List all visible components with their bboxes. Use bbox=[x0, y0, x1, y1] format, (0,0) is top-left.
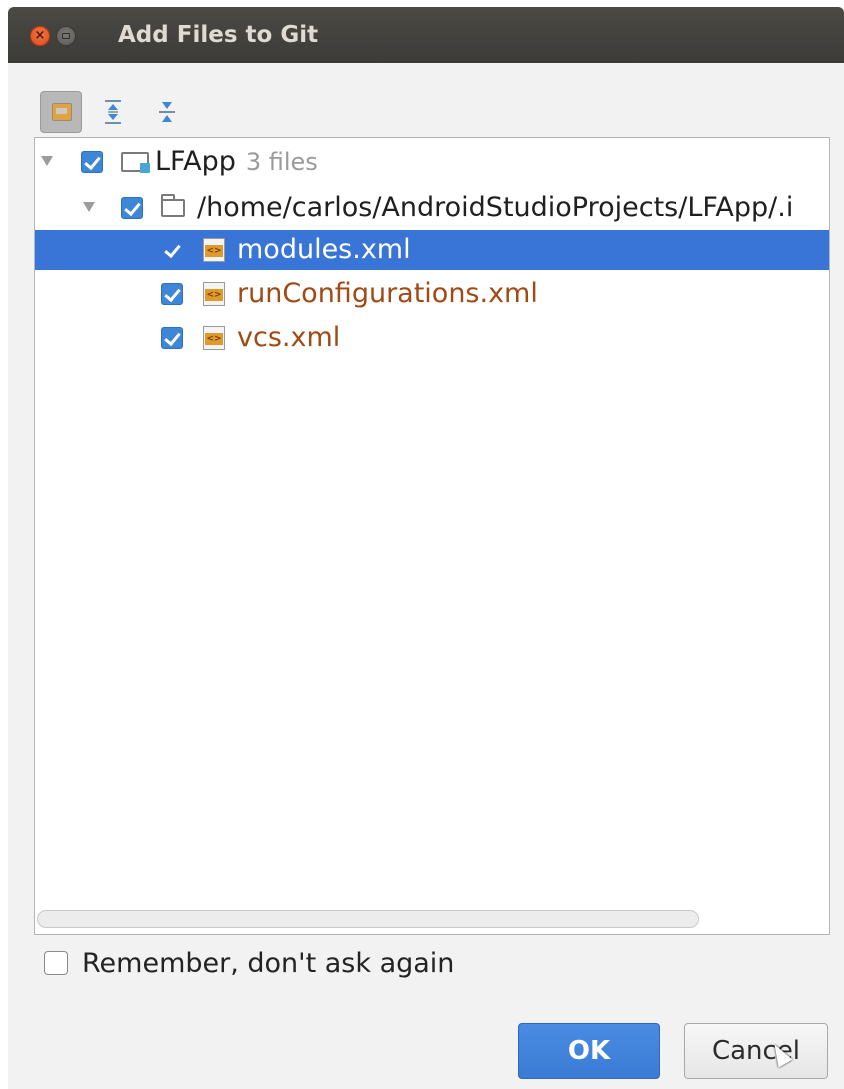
tree-row-folder[interactable]: /home/carlos/AndroidStudioProjects/LFApp… bbox=[35, 188, 829, 228]
maximize-icon bbox=[62, 33, 70, 39]
chevron-down-icon[interactable] bbox=[41, 156, 53, 166]
folder-label: /home/carlos/AndroidStudioProjects/LFApp… bbox=[197, 192, 794, 223]
tree-row-root[interactable]: LFApp 3 files bbox=[35, 142, 829, 182]
group-by-directory-button[interactable] bbox=[40, 91, 82, 133]
tree-row-file[interactable]: runConfigurations.xml bbox=[35, 274, 829, 314]
file-label: vcs.xml bbox=[237, 322, 341, 353]
xml-file-icon bbox=[203, 238, 225, 262]
tree-row-file[interactable]: modules.xml bbox=[35, 230, 829, 270]
folder-checkbox[interactable] bbox=[121, 197, 143, 219]
file-label: modules.xml bbox=[237, 234, 411, 265]
root-file-count: 3 files bbox=[245, 148, 318, 176]
horizontal-scrollbar[interactable] bbox=[37, 910, 699, 928]
dialog-title: Add Files to Git bbox=[118, 22, 319, 48]
xml-file-icon bbox=[203, 326, 225, 350]
xml-file-icon bbox=[203, 282, 225, 306]
collapse-all-button[interactable] bbox=[146, 91, 188, 133]
ok-button[interactable]: OK bbox=[518, 1023, 660, 1079]
group-by-directory-icon bbox=[52, 103, 72, 121]
chevron-down-icon[interactable] bbox=[83, 202, 95, 212]
tree-row-file[interactable]: vcs.xml bbox=[35, 318, 829, 358]
collapse-all-icon bbox=[159, 102, 175, 122]
remember-label: Remember, don't ask again bbox=[82, 948, 455, 979]
file-checkbox[interactable] bbox=[161, 239, 183, 261]
title-bar[interactable]: × Add Files to Git bbox=[8, 7, 844, 63]
folder-icon bbox=[161, 194, 185, 217]
add-files-dialog: × Add Files to Git LFApp 3 files /home/c… bbox=[8, 7, 844, 1089]
maximize-window-button[interactable] bbox=[56, 26, 76, 46]
root-checkbox[interactable] bbox=[81, 151, 103, 173]
file-tree[interactable]: LFApp 3 files /home/carlos/AndroidStudioP… bbox=[34, 137, 830, 935]
close-icon: × bbox=[34, 28, 46, 43]
file-checkbox[interactable] bbox=[161, 283, 183, 305]
module-icon bbox=[121, 152, 150, 173]
remember-checkbox[interactable] bbox=[44, 951, 68, 975]
expand-all-button[interactable] bbox=[92, 91, 134, 133]
close-window-button[interactable]: × bbox=[30, 26, 50, 46]
file-label: runConfigurations.xml bbox=[237, 278, 538, 309]
root-name: LFApp bbox=[155, 146, 236, 177]
root-label: LFApp 3 files bbox=[155, 146, 318, 178]
expand-all-icon bbox=[105, 100, 121, 124]
file-checkbox[interactable] bbox=[161, 327, 183, 349]
cancel-button[interactable]: Cancel bbox=[684, 1023, 828, 1079]
